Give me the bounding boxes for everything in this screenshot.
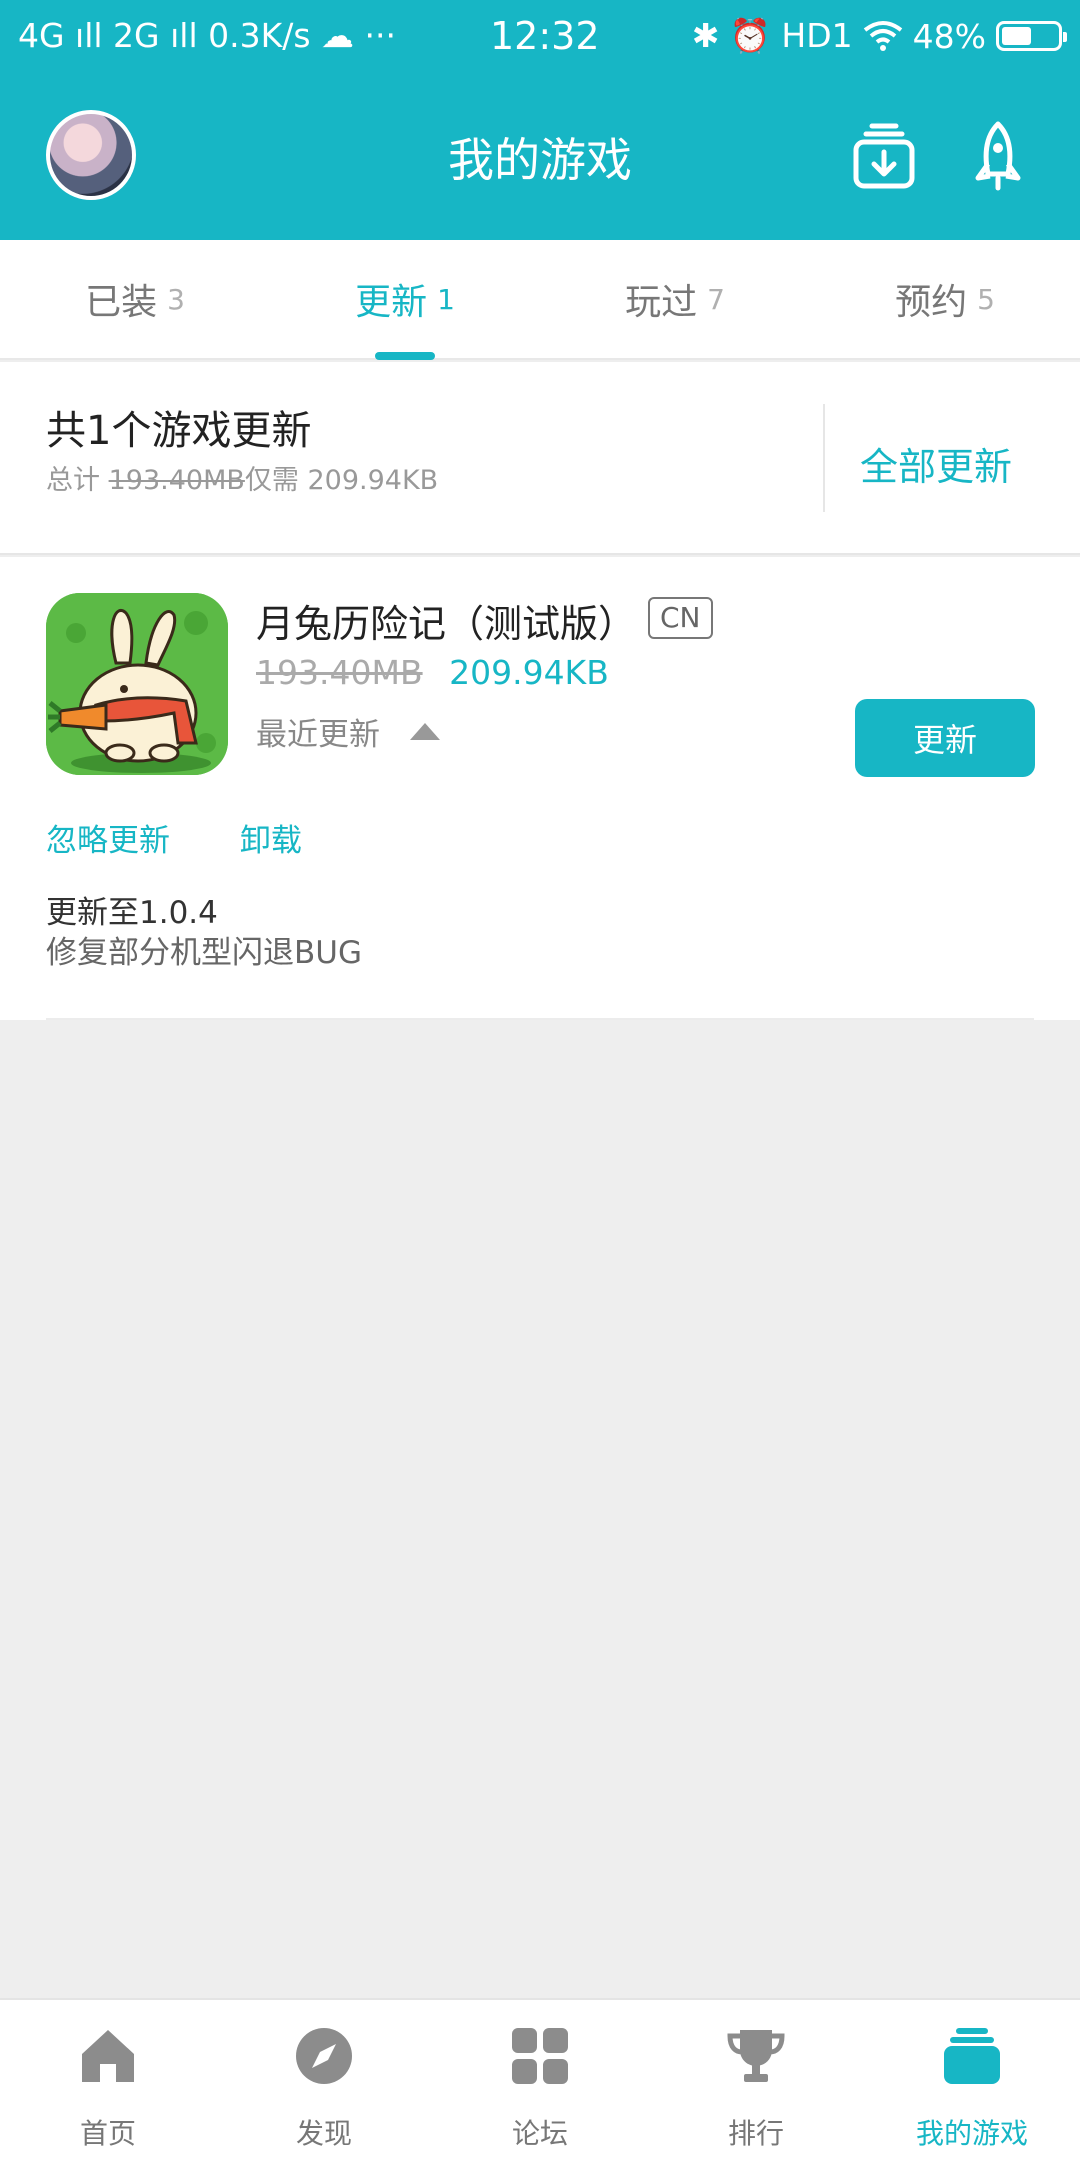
status-bar: 4G ıll 2G ıll 0.3K/s ☁ ··· 12:32 ✱ ⏰ HD1… [0, 0, 1080, 76]
new-size: 209.94KB [449, 653, 609, 692]
update-version: 更新至1.0.4 [46, 895, 218, 931]
region-badge: CN [648, 597, 713, 639]
nav-forum[interactable]: 论坛 [432, 2000, 648, 2160]
tab-label: 预约 [895, 282, 968, 323]
nav-label: 我的游戏 [915, 2117, 1028, 2150]
divider [46, 1018, 1034, 1020]
game-actions: 忽略更新 卸载 [46, 815, 362, 860]
battery-percent: 48% [912, 16, 986, 56]
game-update-card: 月兔历险记（测试版） CN 193.40MB 209.94KB 最近更新 更新 … [0, 557, 1080, 1020]
bottom-nav: 首页 发现 论坛 排行 我的游戏 [0, 1998, 1080, 2160]
tab-played[interactable]: 玩过 7 [540, 240, 810, 358]
update-notes: 更新至1.0.4 修复部分机型闪退BUG [46, 893, 362, 973]
original-size: 193.40MB [108, 465, 245, 496]
nav-label: 排行 [727, 2117, 784, 2150]
tab-label: 已装 [85, 282, 158, 323]
tab-bar: 已装 3 更新 1 玩过 7 预约 5 [0, 240, 1080, 360]
tab-count: 1 [437, 282, 455, 316]
total-label: 总计 [46, 465, 100, 496]
tab-label: 玩过 [625, 282, 698, 323]
compass-icon [296, 2028, 352, 2084]
tab-indicator [375, 352, 435, 360]
recent-update-toggle[interactable]: 最近更新 [256, 709, 440, 754]
divider [823, 404, 825, 512]
only-label: 仅需 [244, 465, 299, 496]
wifi-icon [863, 21, 902, 51]
tab-installed[interactable]: 已装 3 [0, 240, 270, 358]
download-manager-icon[interactable] [848, 120, 920, 192]
uninstall-link[interactable]: 卸载 [240, 823, 302, 859]
update-all-button[interactable]: 全部更新 [860, 436, 1012, 491]
nav-my-games[interactable]: 我的游戏 [864, 2000, 1080, 2160]
game-icon[interactable] [46, 593, 228, 775]
game-sizes: 193.40MB 209.94KB [256, 653, 609, 692]
patch-size: 209.94KB [307, 465, 439, 496]
status-indicators: ✱ ⏰ HD1 [691, 16, 853, 55]
home-icon [82, 2030, 134, 2082]
tab-count: 5 [977, 282, 995, 316]
ignore-update-link[interactable]: 忽略更新 [46, 823, 170, 859]
old-size: 193.40MB [256, 653, 423, 692]
rocket-icon[interactable] [962, 120, 1034, 192]
update-description: 修复部分机型闪退BUG [46, 935, 362, 971]
game-name[interactable]: 月兔历险记（测试版） [256, 593, 636, 648]
tab-count: 3 [167, 282, 185, 316]
nav-label: 发现 [295, 2117, 352, 2150]
tab-count: 7 [707, 282, 725, 316]
nav-ranking[interactable]: 排行 [648, 2000, 864, 2160]
battery-icon [996, 21, 1067, 51]
tab-label: 更新 [355, 282, 428, 323]
recent-update-label: 最近更新 [256, 717, 380, 753]
update-button[interactable]: 更新 [855, 699, 1035, 777]
my-games-icon [944, 2028, 1000, 2084]
nav-home[interactable]: 首页 [0, 2000, 216, 2160]
app-header: 我的游戏 [0, 76, 1080, 240]
tab-updates[interactable]: 更新 1 [270, 240, 540, 358]
status-time: 12:32 [490, 14, 600, 58]
tab-reserved[interactable]: 预约 5 [810, 240, 1080, 358]
update-size-summary: 总计 193.40MB仅需 209.94KB [46, 458, 438, 497]
collapse-arrow-icon [410, 723, 440, 740]
nav-label: 首页 [79, 2117, 136, 2150]
update-summary: 共1个游戏更新 总计 193.40MB仅需 209.94KB 全部更新 [0, 362, 1080, 555]
status-right: ✱ ⏰ HD1 48% [691, 16, 1067, 56]
nav-discover[interactable]: 发现 [216, 2000, 432, 2160]
grid-icon [512, 2028, 568, 2084]
trophy-icon [727, 2030, 785, 2082]
rabbit-icon [46, 593, 228, 775]
status-signal: 4G ıll 2G ıll 0.3K/s ☁ ··· [18, 16, 396, 55]
update-count-heading: 共1个游戏更新 [46, 408, 312, 454]
nav-label: 论坛 [511, 2117, 568, 2150]
